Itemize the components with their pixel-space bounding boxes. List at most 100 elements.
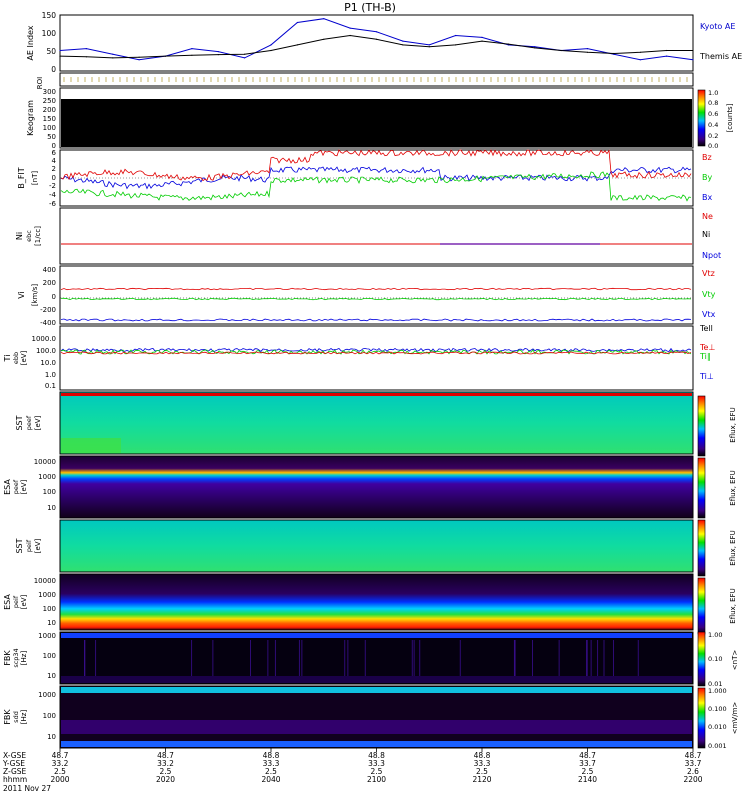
- ae-point: [59, 49, 61, 52]
- time-axis-columns: 48.733.22.5200048.733.22.5202048.833.32.…: [50, 748, 703, 784]
- velocity-ytick: 0: [52, 293, 56, 301]
- keogram-ytick: 100: [43, 124, 56, 132]
- temperature-ytick: 0.1: [45, 382, 56, 390]
- bfit-legend-bz: Bz: [702, 153, 712, 162]
- sst-i-ylabel: SST: [15, 538, 24, 553]
- esa-e-image: [59, 455, 694, 519]
- temperature-units: [eV]: [20, 350, 28, 365]
- ae-point: [639, 51, 641, 53]
- ae-point: [613, 52, 615, 55]
- sst-i-image: [59, 519, 694, 573]
- ae-point: [455, 34, 457, 37]
- density-panel: Ni ebc [1/cc] Ne Ni Npot: [15, 207, 721, 265]
- ae-ylabel: AE Index: [26, 25, 35, 60]
- ae-legend-themis: Themis AE: [699, 52, 742, 61]
- temperature-ytick: 100.0: [36, 347, 56, 355]
- ae-point: [455, 44, 457, 46]
- keogram-cbar-tick: 0.8: [708, 99, 718, 107]
- ae-point: [112, 53, 114, 55]
- bfit-ytick: -6: [49, 200, 57, 208]
- bfit-legend-bx: Bx: [702, 193, 712, 202]
- ae-point: [639, 59, 641, 61]
- ae-point: [138, 56, 140, 58]
- fbk-e-ytick: 100: [43, 712, 56, 720]
- ae-point: [534, 47, 536, 49]
- ae-point: [666, 49, 668, 52]
- keogram-ytick: 300: [43, 88, 56, 96]
- sst-e-units: [eV]: [34, 415, 42, 430]
- bfit-panel: B_FIT [nT] 6 4 2 0 -2 -4 -6 Bz By Bx: [17, 149, 712, 208]
- ae-ytick-100: 100: [42, 29, 57, 38]
- ae-frame: [59, 14, 694, 72]
- bfit-ytick: -2: [49, 182, 56, 190]
- fbk-e-units: [Hz]: [20, 710, 28, 725]
- bfit-ytick: 0: [52, 174, 56, 182]
- keogram-ytick: 150: [43, 115, 56, 123]
- ae-point: [375, 31, 378, 33]
- fbk-e-ytick: 10: [47, 733, 56, 741]
- bfit-legend-by: By: [702, 173, 712, 182]
- esa-i-ytick: 1000: [38, 591, 56, 599]
- density-ylabel: Ni: [15, 232, 24, 240]
- ae-point: [481, 36, 483, 39]
- temperature-legend-tipar: Ti∥: [699, 352, 711, 361]
- velocity-ylabel: Vi: [17, 291, 26, 299]
- keogram-cbar-tick: 0.4: [708, 121, 718, 129]
- roi-panel: ROI: [36, 72, 694, 89]
- esa-i-image: [59, 573, 694, 631]
- fbk-e-image: [59, 685, 694, 749]
- sst-e-topband: [61, 393, 692, 396]
- ae-point: [692, 49, 694, 52]
- ae-point: [323, 38, 325, 40]
- keogram-panel: Keogram 300 250 200 150 100 50 0 1.0 0.8…: [26, 87, 734, 150]
- fbk-e-bottomband: [61, 741, 692, 747]
- esa-e-panel: ESA peef [eV] 10000 1000 100 10 Eflux, E…: [3, 455, 737, 519]
- ae-point: [402, 40, 404, 42]
- ae-point: [586, 48, 589, 50]
- velocity-legend-vtx: Vtx: [702, 310, 716, 319]
- ae-point: [85, 48, 87, 50]
- density-legend-ni: Ni: [702, 230, 710, 239]
- ae-ytick-0: 0: [51, 65, 56, 74]
- density-frame: [59, 207, 694, 265]
- ae-point: [507, 43, 509, 45]
- bfit-ytick: 2: [52, 165, 56, 173]
- sst-i-sub: peif: [25, 539, 33, 552]
- ae-point: [323, 18, 325, 20]
- density-legend-ne: Ne: [702, 212, 713, 221]
- ae-point: [217, 51, 219, 53]
- ae-point: [59, 55, 61, 57]
- velocity-legend-vty: Vty: [702, 290, 716, 299]
- esa-i-ytick: 100: [43, 605, 56, 613]
- sst-e-ylabel: SST: [15, 415, 24, 430]
- ae-point: [534, 46, 536, 48]
- fbk-b-panel: FBK scp34 [Hz] 1000 100 10 1.00 0.10 0.0…: [3, 631, 739, 688]
- ae-legend-kyoto: Kyoto AE: [700, 22, 735, 31]
- keogram-cbar-tick: 0.6: [708, 110, 718, 118]
- keogram-colorbar: [697, 89, 706, 147]
- fbk-e-midband: [61, 720, 692, 734]
- ae-point: [402, 44, 404, 46]
- time-axis-value-t: 2200: [683, 775, 702, 784]
- density-sub: ebc: [25, 230, 33, 242]
- fbk-e-cbar-tick: 0.010: [708, 723, 727, 731]
- fbk-e-cbar-tick: 0.001: [708, 742, 727, 750]
- time-axis-value-t: 2020: [156, 775, 175, 784]
- keogram-cbar-tick: 0.2: [708, 132, 718, 140]
- esa-e-sub: peef: [12, 479, 20, 494]
- ae-point: [296, 44, 298, 46]
- ae-point: [191, 54, 193, 56]
- ae-point: [85, 56, 87, 58]
- sst-i-cbar-label: Eflux, EFU: [729, 530, 737, 565]
- axis-date: 2011 Nov 27: [3, 784, 51, 793]
- ae-point: [428, 44, 430, 46]
- sst-e-sub: peef: [25, 415, 33, 430]
- sst-e-panel: SST peef [eV] Eflux, EFU: [15, 391, 737, 457]
- temperature-ytick: 1000.0: [32, 335, 57, 343]
- time-axis-value-t: 2120: [472, 775, 491, 784]
- velocity-legend-vtz: Vtz: [702, 269, 715, 278]
- esa-e-ytick: 1000: [38, 473, 56, 481]
- ae-point: [217, 54, 219, 56]
- temperature-panel: Ti ebb [eV] 1000.0 100.0 10.0 1.0 0.1 Te…: [3, 324, 715, 391]
- temperature-ytick: 1.0: [45, 371, 56, 379]
